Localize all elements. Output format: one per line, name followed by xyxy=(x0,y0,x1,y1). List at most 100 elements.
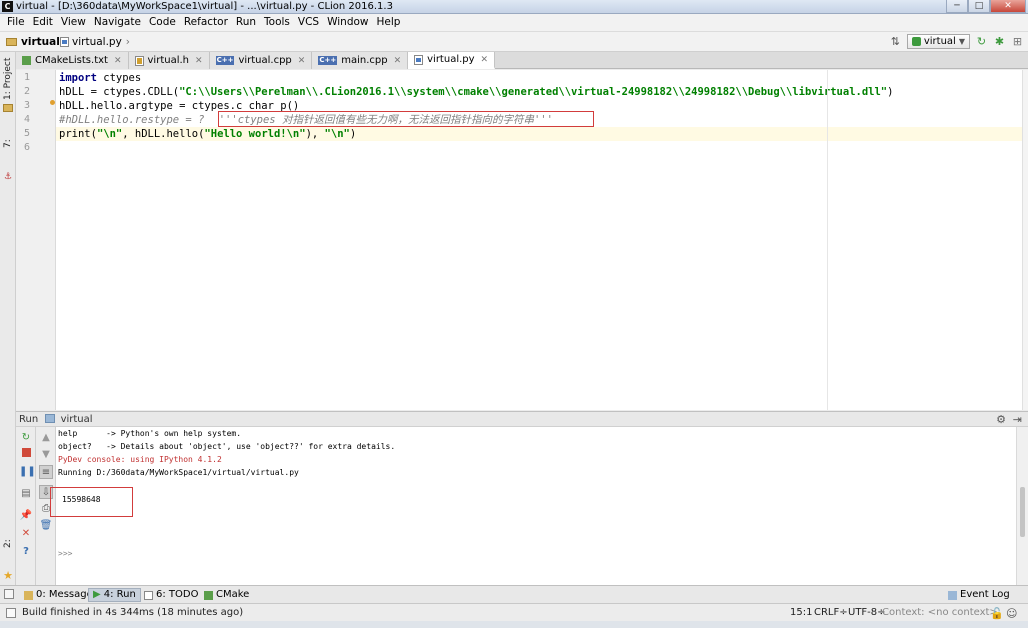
trash-icon[interactable]: 🗑 xyxy=(39,519,53,533)
tab-label: virtual.py xyxy=(427,54,475,65)
caret-position[interactable]: 15:1 xyxy=(790,606,812,620)
lock-icon[interactable]: 🔓 xyxy=(990,607,1004,620)
arrow-up-icon[interactable]: ▲ xyxy=(39,431,53,445)
menu-edit[interactable]: Edit xyxy=(29,14,57,31)
menu-vcs[interactable]: VCS xyxy=(294,14,323,31)
menu-refactor[interactable]: Refactor xyxy=(180,14,232,31)
hide-panel-icon[interactable]: ⇥ xyxy=(1013,413,1022,426)
run-configuration-label: virtual xyxy=(923,36,956,47)
line-number: 6 xyxy=(23,142,30,153)
close-button[interactable]: ✕ xyxy=(990,0,1026,13)
navigation-bar: virtual › virtual.py › ⇅ virtual ▼ ↻ ✱ ⊞ xyxy=(0,31,1028,52)
console-output[interactable]: help -> Python's own help system. object… xyxy=(50,427,1016,585)
string-literal: "Hello world!\n" xyxy=(204,128,306,140)
close-icon[interactable]: ✕ xyxy=(19,527,33,541)
gear-icon[interactable]: ⚙ xyxy=(996,413,1006,426)
cpp-file-icon: C++ xyxy=(318,56,338,65)
tab-virtual-py[interactable]: virtual.py ✕ xyxy=(408,52,496,69)
run-config-icon xyxy=(911,37,921,46)
rerun-icon[interactable]: ↻ xyxy=(975,35,988,48)
console-line: PyDev console: using IPython 4.1.2 xyxy=(58,455,222,464)
tab-todo[interactable]: 6: TODO xyxy=(140,588,202,602)
title-bar: C virtual - [D:\360data\MyWorkSpace1\vir… xyxy=(0,0,1028,14)
tab-run[interactable]: ▶ 4: Run xyxy=(88,588,141,602)
project-structure-icon[interactable]: ⊞ xyxy=(1011,35,1024,48)
right-margin-guide xyxy=(827,70,828,410)
chevron-down-icon: ▼ xyxy=(958,37,965,46)
run-config-name[interactable]: virtual xyxy=(61,414,93,425)
folder-icon xyxy=(6,38,17,46)
line-number: 2 xyxy=(23,86,30,97)
menu-bar: File Edit View Navigate Code Refactor Ru… xyxy=(0,14,1028,31)
python-file-icon xyxy=(414,54,424,65)
tab-virtual-cpp[interactable]: C++ virtual.cpp ✕ xyxy=(209,52,313,69)
window-title: virtual - [D:\360data\MyWorkSpace1\virtu… xyxy=(16,1,393,12)
editor-scrollbar[interactable] xyxy=(1022,70,1028,410)
console-layout-icon[interactable]: ▤ xyxy=(19,487,33,501)
project-tool-tab[interactable]: 1: Project xyxy=(1,56,15,102)
breadcrumb-project-label: virtual xyxy=(21,36,60,48)
keyword: import xyxy=(59,72,97,84)
close-tab-icon[interactable]: ✕ xyxy=(298,56,306,66)
menu-tools[interactable]: Tools xyxy=(260,14,294,31)
status-toggle-icon[interactable] xyxy=(6,608,16,618)
arrow-down-icon[interactable]: ▼ xyxy=(39,448,53,462)
tab-event-log[interactable]: Event Log xyxy=(944,588,1014,602)
maximize-button[interactable]: □ xyxy=(968,0,990,13)
tool-windows-toggle-icon[interactable] xyxy=(4,589,14,599)
breadcrumb-project[interactable]: virtual › xyxy=(6,35,68,49)
code-editor[interactable]: import ctypes hDLL = ctypes.CDLL("C:\\Us… xyxy=(56,70,1022,410)
tool-window-bar: 0: Messages ▶ 4: Run 6: TODO CMake Event… xyxy=(0,585,1028,603)
file-encoding[interactable]: UTF-8÷ xyxy=(848,606,886,620)
breadcrumb-file[interactable]: virtual.py › xyxy=(60,35,130,49)
fold-marker-icon[interactable] xyxy=(50,100,55,105)
menu-navigate[interactable]: Navigate xyxy=(90,14,145,31)
console-scroll-thumb[interactable] xyxy=(1020,487,1025,537)
comment: #hDLL.hello.restype = ? xyxy=(59,114,205,126)
menu-help[interactable]: Help xyxy=(373,14,405,31)
context-indicator[interactable]: Context: <no context> xyxy=(882,606,998,620)
project-folder-icon xyxy=(3,104,13,112)
code-line-1: import ctypes xyxy=(59,71,141,85)
star-icon: ★ xyxy=(3,569,13,582)
breadcrumb-separator-icon: › xyxy=(125,36,130,48)
run-toolbar-primary: ↻ ❚❚ ▤ 📌 ✕ ? xyxy=(16,427,36,585)
debug-icon[interactable]: ✱ xyxy=(993,35,1006,48)
run-configuration-select[interactable]: virtual ▼ xyxy=(906,34,970,49)
help-icon[interactable]: ? xyxy=(19,545,33,559)
menu-run[interactable]: Run xyxy=(232,14,260,31)
tab-main-cpp[interactable]: C++ main.cpp ✕ xyxy=(312,52,409,69)
inspector-icon[interactable]: ☺ xyxy=(1006,607,1017,620)
tab-cmakelists[interactable]: CMakeLists.txt ✕ xyxy=(16,52,129,69)
status-message[interactable]: Build finished in 4s 344ms (18 minutes a… xyxy=(22,606,243,620)
tab-event-log-label: Event Log xyxy=(960,589,1010,600)
menu-view[interactable]: View xyxy=(57,14,90,31)
tab-label: virtual.h xyxy=(147,55,190,66)
menu-code[interactable]: Code xyxy=(145,14,180,31)
sort-icon[interactable]: ⇅ xyxy=(889,35,902,48)
favorites-tool-tab[interactable]: 2: Favorites xyxy=(1,518,27,570)
console-scrollbar[interactable] xyxy=(1016,427,1028,585)
string-literal: "\n" xyxy=(96,128,123,140)
pin-icon[interactable]: 📌 xyxy=(19,509,33,523)
code-text: hDLL = ctypes.CDLL( xyxy=(59,86,180,98)
close-tab-icon[interactable]: ✕ xyxy=(481,55,489,65)
close-tab-icon[interactable]: ✕ xyxy=(195,56,203,66)
soft-wrap-icon[interactable]: ≡ xyxy=(39,465,53,479)
left-tool-strip: 1: Project 7: Structure ⚓ 2: Favorites ★ xyxy=(0,52,27,600)
event-log-icon xyxy=(948,590,957,600)
close-tab-icon[interactable]: ✕ xyxy=(394,56,402,66)
tab-cmake[interactable]: CMake xyxy=(200,588,253,602)
line-separator[interactable]: CRLF÷ xyxy=(814,606,848,620)
menu-file[interactable]: File xyxy=(3,14,29,31)
rerun-icon[interactable]: ↻ xyxy=(19,431,33,445)
minimize-button[interactable]: ─ xyxy=(946,0,968,13)
code-text: ) xyxy=(887,86,894,98)
tab-virtual-h[interactable]: virtual.h ✕ xyxy=(128,52,210,69)
pause-icon[interactable]: ❚❚ xyxy=(19,465,36,479)
stop-icon[interactable] xyxy=(19,448,33,462)
python-console-icon xyxy=(45,414,56,423)
structure-tool-tab[interactable]: 7: Structure xyxy=(1,118,27,170)
close-tab-icon[interactable]: ✕ xyxy=(114,56,122,66)
menu-window[interactable]: Window xyxy=(323,14,372,31)
